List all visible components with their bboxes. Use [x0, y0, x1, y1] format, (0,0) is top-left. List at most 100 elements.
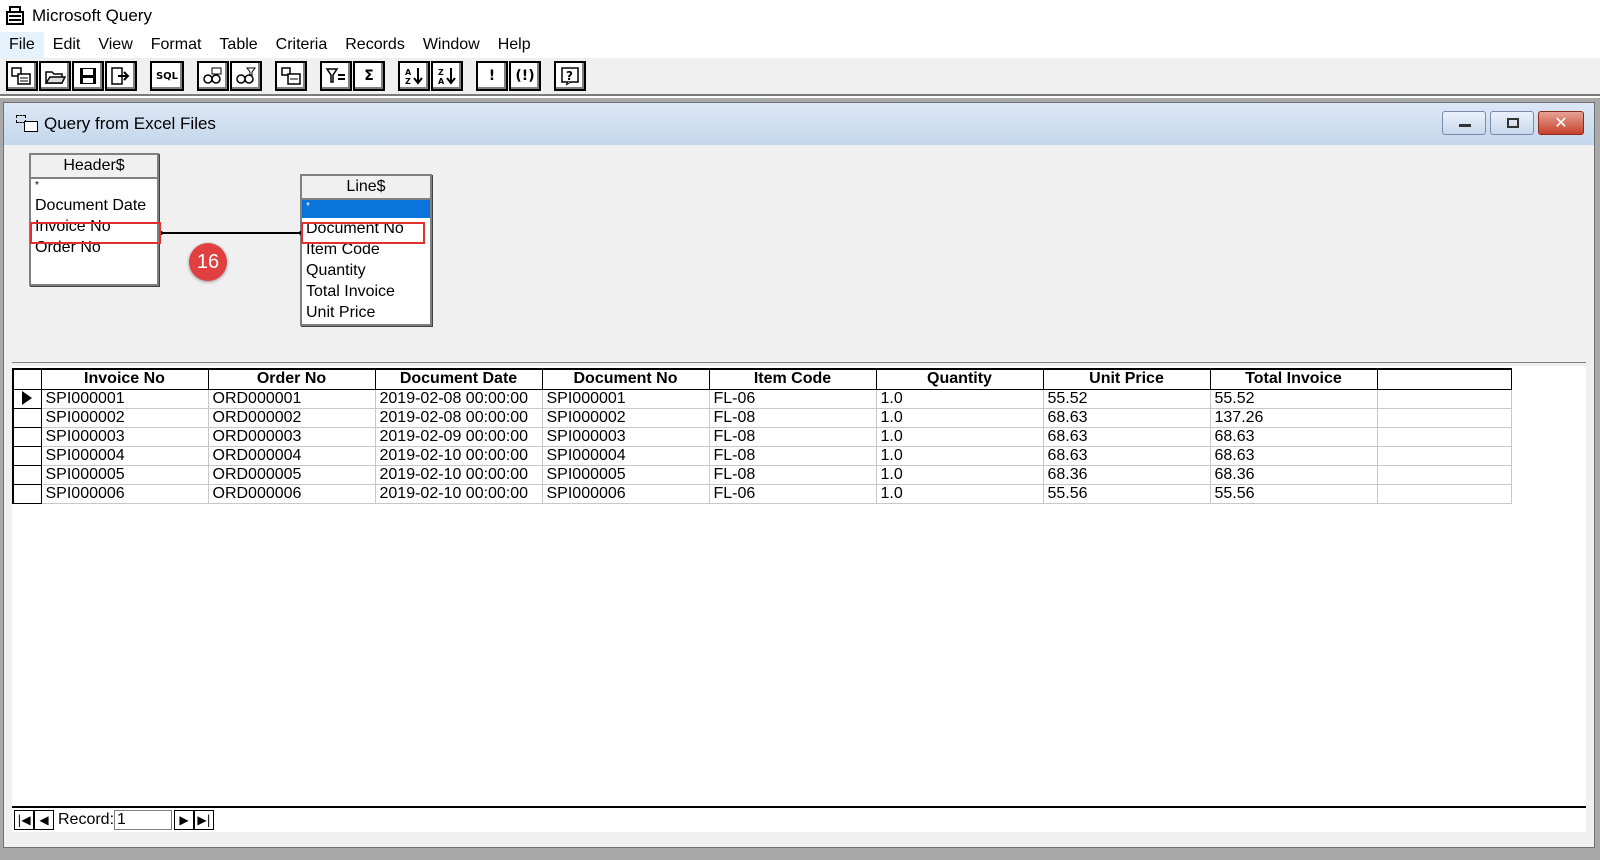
col-blank[interactable]	[1376, 368, 1512, 390]
add-tables-icon[interactable]	[275, 61, 307, 91]
cell[interactable]: FL-08	[708, 464, 877, 485]
menu-table[interactable]: Table	[210, 32, 266, 58]
new-query-icon[interactable]	[6, 61, 38, 91]
query-window-title-bar[interactable]: Query from Excel Files ✕	[4, 103, 1594, 145]
col-document-date[interactable]: Document Date	[374, 368, 543, 390]
cell[interactable]: SPI000003	[541, 426, 710, 447]
criteria-equals-icon[interactable]	[320, 61, 352, 91]
cell[interactable]: SPI000001	[40, 388, 209, 409]
cell[interactable]: 137.26	[1209, 407, 1378, 428]
table-row[interactable]: SPI000005 ORD000005 2019-02-10 00:00:00 …	[12, 464, 1512, 485]
cell[interactable]	[1376, 388, 1512, 409]
cell[interactable]: 68.36	[1209, 464, 1378, 485]
col-total-invoice[interactable]: Total Invoice	[1209, 368, 1378, 390]
show-tables-icon[interactable]	[197, 61, 229, 91]
cell[interactable]: ORD000001	[207, 388, 376, 409]
cell[interactable]: FL-08	[708, 445, 877, 466]
col-unit-price[interactable]: Unit Price	[1042, 368, 1211, 390]
cell[interactable]: 2019-02-10 00:00:00	[374, 445, 543, 466]
header-table-title[interactable]: Header$	[31, 155, 157, 179]
query-now-icon[interactable]: !	[476, 61, 508, 91]
cell[interactable]: SPI000006	[40, 483, 209, 504]
col-item-code[interactable]: Item Code	[708, 368, 877, 390]
line-field-total-invoice[interactable]: Total Invoice	[302, 281, 430, 302]
cell[interactable]: SPI000002	[40, 407, 209, 428]
cell[interactable]: ORD000002	[207, 407, 376, 428]
cell[interactable]: ORD000005	[207, 464, 376, 485]
cell[interactable]: 1.0	[875, 445, 1044, 466]
menu-view[interactable]: View	[89, 32, 141, 58]
cell[interactable]: ORD000003	[207, 426, 376, 447]
show-criteria-icon[interactable]	[230, 61, 262, 91]
col-order-no[interactable]: Order No	[207, 368, 376, 390]
next-record-icon[interactable]: ▶	[174, 810, 195, 830]
auto-query-icon[interactable]: (!)	[509, 61, 541, 91]
cell[interactable]: 68.63	[1042, 407, 1211, 428]
menu-format[interactable]: Format	[142, 32, 211, 58]
line-table-title[interactable]: Line$	[302, 176, 430, 200]
cell[interactable]: 1.0	[875, 388, 1044, 409]
cell[interactable]: 68.63	[1209, 426, 1378, 447]
return-data-icon[interactable]	[105, 61, 137, 91]
menu-criteria[interactable]: Criteria	[267, 32, 337, 58]
table-row[interactable]: SPI000002 ORD000002 2019-02-08 00:00:00 …	[12, 407, 1512, 428]
cell[interactable]: 68.63	[1042, 445, 1211, 466]
cell[interactable]: SPI000004	[541, 445, 710, 466]
line-field-all[interactable]: *	[302, 200, 430, 218]
cell[interactable]: 1.0	[875, 426, 1044, 447]
cell[interactable]: 55.56	[1209, 483, 1378, 504]
cell[interactable]: SPI000003	[40, 426, 209, 447]
header-table[interactable]: Header$ * Document Date Invoice No Order…	[29, 153, 159, 286]
open-icon[interactable]	[39, 61, 71, 91]
cell[interactable]: SPI000005	[541, 464, 710, 485]
save-icon[interactable]	[72, 61, 104, 91]
cell[interactable]	[1376, 464, 1512, 485]
cell[interactable]: FL-08	[708, 426, 877, 447]
menu-help[interactable]: Help	[489, 32, 540, 58]
join-line[interactable]	[160, 232, 302, 234]
sql-icon[interactable]: SQL	[150, 61, 184, 91]
cell[interactable]: 68.63	[1042, 426, 1211, 447]
help-icon[interactable]: ?	[554, 61, 586, 91]
first-record-icon[interactable]: |◀	[14, 810, 34, 830]
cell[interactable]	[1376, 483, 1512, 504]
cell[interactable]: SPI000002	[541, 407, 710, 428]
close-button[interactable]: ✕	[1538, 111, 1584, 135]
line-field-quantity[interactable]: Quantity	[302, 260, 430, 281]
header-field-all[interactable]: *	[31, 179, 157, 195]
row-selector[interactable]	[12, 407, 42, 428]
grid-corner[interactable]	[12, 368, 42, 390]
row-selector[interactable]	[12, 483, 42, 504]
cell[interactable]: 1.0	[875, 464, 1044, 485]
cell[interactable]: 55.52	[1042, 388, 1211, 409]
row-selector[interactable]	[12, 388, 42, 409]
cell[interactable]: 2019-02-08 00:00:00	[374, 407, 543, 428]
menu-edit[interactable]: Edit	[44, 32, 90, 58]
cell[interactable]: FL-06	[708, 388, 877, 409]
sort-descending-icon[interactable]: ZA	[431, 61, 463, 91]
menu-window[interactable]: Window	[414, 32, 489, 58]
menu-records[interactable]: Records	[336, 32, 414, 58]
table-row[interactable]: SPI000006 ORD000006 2019-02-10 00:00:00 …	[12, 483, 1512, 504]
cell[interactable]: ORD000004	[207, 445, 376, 466]
row-selector[interactable]	[12, 464, 42, 485]
cell[interactable]: 2019-02-10 00:00:00	[374, 464, 543, 485]
col-quantity[interactable]: Quantity	[875, 368, 1044, 390]
cell[interactable]: 55.56	[1042, 483, 1211, 504]
record-number-input[interactable]: 1	[114, 810, 173, 830]
cell[interactable]: 55.52	[1209, 388, 1378, 409]
cell[interactable]: 2019-02-08 00:00:00	[374, 388, 543, 409]
table-row[interactable]: SPI000004 ORD000004 2019-02-10 00:00:00 …	[12, 445, 1512, 466]
maximize-button[interactable]	[1490, 111, 1534, 135]
cell[interactable]: SPI000005	[40, 464, 209, 485]
line-field-unit-price[interactable]: Unit Price	[302, 302, 430, 323]
cell[interactable]: FL-06	[708, 483, 877, 504]
cell[interactable]: FL-08	[708, 407, 877, 428]
col-document-no[interactable]: Document No	[541, 368, 710, 390]
sum-icon[interactable]: Σ	[353, 61, 385, 91]
cell[interactable]: 68.63	[1209, 445, 1378, 466]
cell[interactable]	[1376, 445, 1512, 466]
last-record-icon[interactable]: ▶|	[194, 810, 215, 830]
cell[interactable]: SPI000001	[541, 388, 710, 409]
line-table[interactable]: Line$ * Document No Item Code Quantity T…	[300, 174, 432, 326]
